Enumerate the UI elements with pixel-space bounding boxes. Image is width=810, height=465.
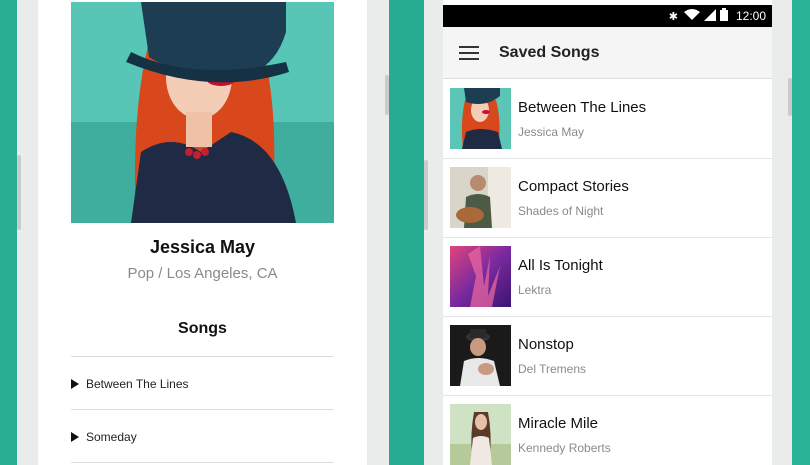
status-time: 12:00: [735, 9, 766, 23]
left-phone-side-button: [385, 75, 389, 115]
left-phone-side-button: [17, 155, 21, 230]
background-pattern: [0, 0, 17, 465]
status-bar: ✱ 12:00: [443, 5, 772, 27]
song-title: All Is Tonight: [518, 257, 603, 274]
song-artist: Jessica May: [518, 125, 585, 139]
song-title: Miracle Mile: [518, 415, 599, 432]
list-item[interactable]: Compact Stories Shades of Night: [443, 158, 772, 238]
list-item[interactable]: All Is Tonight Lektra: [443, 237, 772, 317]
background-pattern: [389, 0, 424, 465]
song-title: Compact Stories: [518, 178, 629, 195]
album-thumbnail: [450, 325, 511, 386]
artist-genre-location: Pop / Los Angeles, CA: [127, 265, 278, 282]
play-icon[interactable]: [71, 379, 79, 389]
app-bar-title: Saved Songs: [499, 43, 600, 61]
wifi-icon: [683, 8, 700, 24]
songs-heading: Songs: [178, 320, 227, 337]
list-item[interactable]: Nonstop Del Tremens: [443, 316, 772, 396]
song-title: Between The Lines: [86, 377, 189, 391]
song-artist: Lektra: [518, 283, 552, 297]
bluetooth-icon: ✱: [668, 10, 678, 23]
song-divider: [71, 462, 334, 463]
artist-detail-screen: Jessica May Pop / Los Angeles, CA Songs …: [38, 0, 367, 465]
menu-icon[interactable]: [459, 45, 479, 60]
album-thumbnail: [450, 404, 511, 465]
song-row[interactable]: Someday: [71, 427, 334, 447]
list-item[interactable]: Miracle Mile Kennedy Roberts: [443, 395, 772, 465]
album-thumbnail: [450, 167, 511, 228]
song-artist: Del Tremens: [518, 362, 587, 376]
background-pattern: [792, 0, 810, 465]
right-phone-side-button: [424, 160, 428, 230]
play-icon[interactable]: [71, 432, 79, 442]
artist-name: Jessica May: [149, 237, 256, 257]
song-row[interactable]: Between The Lines: [71, 374, 334, 394]
song-title: Someday: [86, 430, 137, 444]
song-title: Nonstop: [518, 336, 574, 353]
album-thumbnail: [450, 246, 511, 307]
song-divider: [71, 409, 334, 410]
battery-icon: [719, 8, 728, 24]
app-bar: Saved Songs: [443, 27, 772, 79]
song-divider: [71, 356, 334, 357]
right-phone-side-button: [788, 78, 792, 116]
album-thumbnail: [450, 88, 511, 149]
song-title: Between The Lines: [518, 99, 647, 116]
song-artist: Kennedy Roberts: [518, 441, 611, 455]
saved-songs-screen: ✱ 12:00 Saved Songs Between The Lines Je…: [443, 0, 772, 465]
signal-icon: [703, 8, 716, 24]
artist-photo: [71, 2, 334, 223]
list-item[interactable]: Between The Lines Jessica May: [443, 79, 772, 159]
song-artist: Shades of Night: [518, 204, 604, 218]
